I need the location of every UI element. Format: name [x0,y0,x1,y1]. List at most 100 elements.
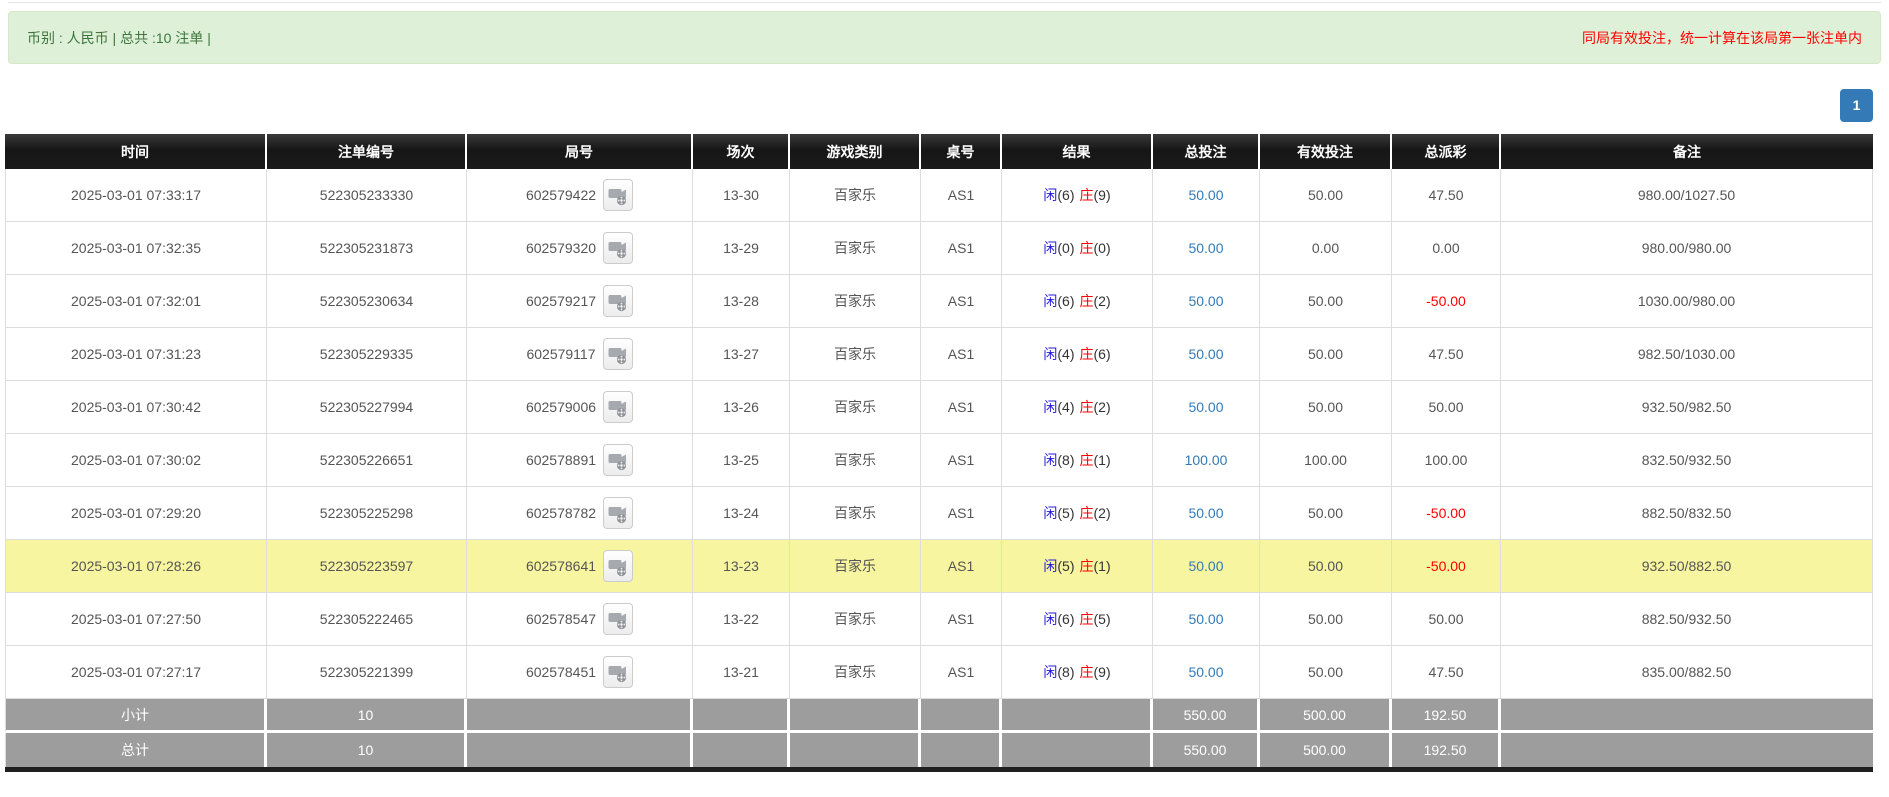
player-result: 闲 [1043,293,1057,309]
total-bet-link[interactable]: 50.00 [1188,187,1223,203]
player-result: 闲 [1043,346,1057,362]
bet-id-cell: 522305230634 [267,275,467,328]
player-result: 闲 [1043,505,1057,521]
video-replay-button[interactable] [603,444,633,476]
total-bet-link[interactable]: 50.00 [1188,611,1223,627]
banker-result: 庄 [1080,240,1094,256]
col-game-type: 游戏类别 [790,134,921,169]
bet-id-cell: 522305225298 [267,487,467,540]
video-replay-button[interactable] [603,232,633,264]
round-number: 602579422 [526,187,596,203]
total-bet-link[interactable]: 50.00 [1188,558,1223,574]
video-replay-button[interactable] [603,285,633,317]
payout-cell: 47.50 [1392,169,1501,222]
total-bet-link[interactable]: 50.00 [1188,399,1223,415]
round-cell: 602578782 [467,487,693,540]
session-cell: 13-26 [693,381,790,434]
video-replay-icon [604,556,632,578]
total-bet-link[interactable]: 50.00 [1188,293,1223,309]
video-replay-button[interactable] [603,603,633,635]
round-number: 602578547 [526,611,596,627]
video-replay-button[interactable] [603,338,633,370]
payout-cell: 50.00 [1392,593,1501,646]
table-no-cell: AS1 [921,434,1002,487]
valid-bet-cell: 0.00 [1260,222,1392,275]
result-cell: 闲(6)庄(9) [1002,169,1153,222]
banker-score: (2) [1094,505,1111,521]
payout-cell: 47.50 [1392,328,1501,381]
time-cell: 2025-03-01 07:33:17 [5,169,267,222]
round-cell: 602579422 [467,169,693,222]
payout-cell: -50.00 [1392,275,1501,328]
game-type-cell: 百家乐 [790,487,921,540]
game-type-cell: 百家乐 [790,593,921,646]
total-bet-link[interactable]: 50.00 [1188,505,1223,521]
total-bet-link[interactable]: 100.00 [1185,452,1228,468]
page-1-button[interactable]: 1 [1840,89,1873,122]
table-no-cell: AS1 [921,487,1002,540]
game-type-cell: 百家乐 [790,275,921,328]
empty-cell [1002,733,1153,767]
banker-score: (6) [1094,346,1111,362]
result-cell: 闲(5)庄(2) [1002,487,1153,540]
banker-score: (9) [1094,664,1111,680]
video-replay-button[interactable] [603,550,633,582]
round-cell: 602578451 [467,646,693,699]
round-cell: 602579217 [467,275,693,328]
payout-cell: -50.00 [1392,487,1501,540]
video-replay-button[interactable] [603,656,633,688]
valid-bet-cell: 50.00 [1260,328,1392,381]
time-cell: 2025-03-01 07:27:17 [5,646,267,699]
video-replay-button[interactable] [603,497,633,529]
banker-score: (0) [1094,240,1111,256]
result-cell: 闲(6)庄(5) [1002,593,1153,646]
video-replay-icon [604,450,632,472]
video-replay-icon [604,291,632,313]
col-bet-id: 注单编号 [267,134,467,169]
player-score: (8) [1057,452,1074,468]
total-bet-cell: 50.00 [1153,381,1260,434]
total-bet-link[interactable]: 50.00 [1188,346,1223,362]
game-type-cell: 百家乐 [790,646,921,699]
video-replay-button[interactable] [603,391,633,423]
session-cell: 13-27 [693,328,790,381]
game-type-cell: 百家乐 [790,222,921,275]
col-session: 场次 [693,134,790,169]
table-row: 2025-03-01 07:30:02 522305226651 6025788… [5,434,1873,487]
player-result: 闲 [1043,452,1057,468]
session-cell: 13-22 [693,593,790,646]
subtotal-total-bet: 550.00 [1153,699,1260,733]
total-bet-cell: 50.00 [1153,275,1260,328]
banker-result: 庄 [1080,558,1094,574]
table-bottom-border [5,767,1873,772]
empty-cell [1501,699,1873,733]
currency-summary-text: 币别 : 人民币 | 总共 :10 注单 | [27,28,211,48]
remark-cell: 832.50/932.50 [1501,434,1873,487]
video-replay-icon [604,397,632,419]
empty-cell [790,733,921,767]
total-bet-cell: 50.00 [1153,328,1260,381]
remark-cell: 835.00/882.50 [1501,646,1873,699]
total-bet-link[interactable]: 50.00 [1188,664,1223,680]
time-cell: 2025-03-01 07:32:35 [5,222,267,275]
time-cell: 2025-03-01 07:32:01 [5,275,267,328]
session-cell: 13-29 [693,222,790,275]
banker-score: (1) [1094,558,1111,574]
total-payout: 192.50 [1392,733,1501,767]
result-cell: 闲(8)庄(9) [1002,646,1153,699]
subtotal-payout: 192.50 [1392,699,1501,733]
empty-cell [467,733,693,767]
total-bet-link[interactable]: 50.00 [1188,240,1223,256]
col-valid-bet: 有效投注 [1260,134,1392,169]
player-result: 闲 [1043,664,1057,680]
video-replay-button[interactable] [603,179,633,211]
total-bet-cell: 50.00 [1153,487,1260,540]
empty-cell [790,699,921,733]
session-cell: 13-25 [693,434,790,487]
round-number: 602579217 [526,293,596,309]
table-no-cell: AS1 [921,540,1002,593]
round-number: 602578782 [526,505,596,521]
subtotal-count: 10 [267,699,467,733]
session-cell: 13-30 [693,169,790,222]
round-cell: 602579006 [467,381,693,434]
